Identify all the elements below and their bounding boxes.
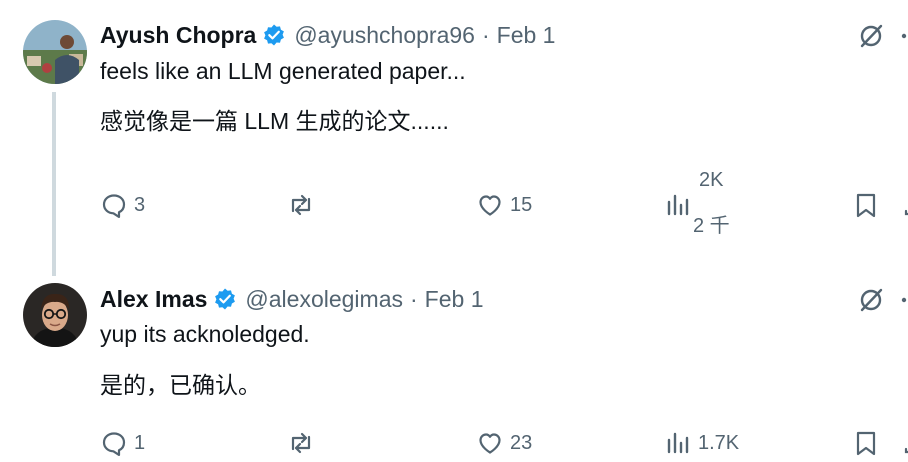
view-count: 2K — [699, 169, 724, 191]
bookmark-button[interactable] — [852, 429, 880, 457]
tweet-text: feels like an LLM generated paper... — [100, 58, 466, 84]
more-options-icon[interactable] — [898, 22, 908, 50]
reply-button[interactable]: 3 — [100, 191, 145, 219]
like-count: 23 — [510, 431, 533, 454]
bookmark-button[interactable] — [852, 191, 880, 219]
avatar[interactable] — [23, 283, 87, 347]
views-chart-icon — [667, 194, 689, 216]
author-name[interactable]: Ayush Chopra — [100, 22, 256, 49]
heart-icon — [479, 433, 501, 454]
views-chart-icon — [667, 432, 689, 454]
reply-button[interactable]: 1 — [100, 429, 145, 457]
tweet-date[interactable]: Feb 1 — [425, 286, 484, 313]
retweet-button[interactable] — [287, 429, 315, 457]
view-count: 1.7K — [698, 431, 740, 454]
like-button[interactable]: 23 — [476, 429, 532, 457]
like-count: 15 — [510, 193, 533, 216]
reply-count: 3 — [134, 193, 146, 216]
tweet-header: Ayush Chopra @ayushchopra96 · Feb 1 — [100, 20, 555, 50]
reply-icon — [102, 194, 126, 218]
tweet-header: Alex Imas @alexolegimas · Feb 1 — [100, 284, 484, 314]
author-name[interactable]: Alex Imas — [100, 286, 207, 313]
share-icon — [904, 209, 908, 216]
reply-count: 1 — [134, 431, 146, 454]
more-options-icon[interactable] — [898, 286, 908, 314]
heart-icon — [479, 195, 501, 216]
retweet-button[interactable] — [287, 191, 315, 219]
avatar[interactable] — [23, 20, 87, 84]
view-count-translated: 2 千 — [693, 215, 730, 237]
tweet-date[interactable]: Feb 1 — [497, 22, 556, 49]
tweet-translation: 是的，已确认。 — [100, 372, 261, 398]
retweet-icon — [291, 194, 311, 216]
share-button[interactable] — [896, 191, 908, 219]
author-handle[interactable]: @ayushchopra96 — [294, 22, 475, 49]
thread-connector-line — [52, 92, 56, 276]
grok-icon[interactable] — [858, 21, 886, 49]
grok-icon[interactable] — [858, 285, 886, 313]
verified-badge-icon — [213, 287, 237, 311]
reply-icon — [102, 432, 126, 456]
views-button[interactable] — [664, 191, 692, 219]
separator-dot: · — [410, 285, 418, 312]
verified-badge-icon — [262, 23, 286, 47]
author-handle[interactable]: @alexolegimas — [245, 286, 403, 313]
tweet-text: yup its acknoledged. — [100, 321, 310, 347]
like-button[interactable]: 15 — [476, 191, 532, 219]
separator-dot: · — [481, 21, 490, 48]
views-button[interactable]: 1.7K — [664, 429, 739, 457]
retweet-icon — [291, 432, 311, 454]
bookmark-icon — [856, 431, 876, 456]
bookmark-icon — [856, 193, 876, 218]
share-button[interactable] — [896, 429, 908, 457]
tweet-translation: 感觉像是一篇 LLM 生成的论文...... — [100, 108, 449, 134]
share-icon — [904, 447, 908, 454]
